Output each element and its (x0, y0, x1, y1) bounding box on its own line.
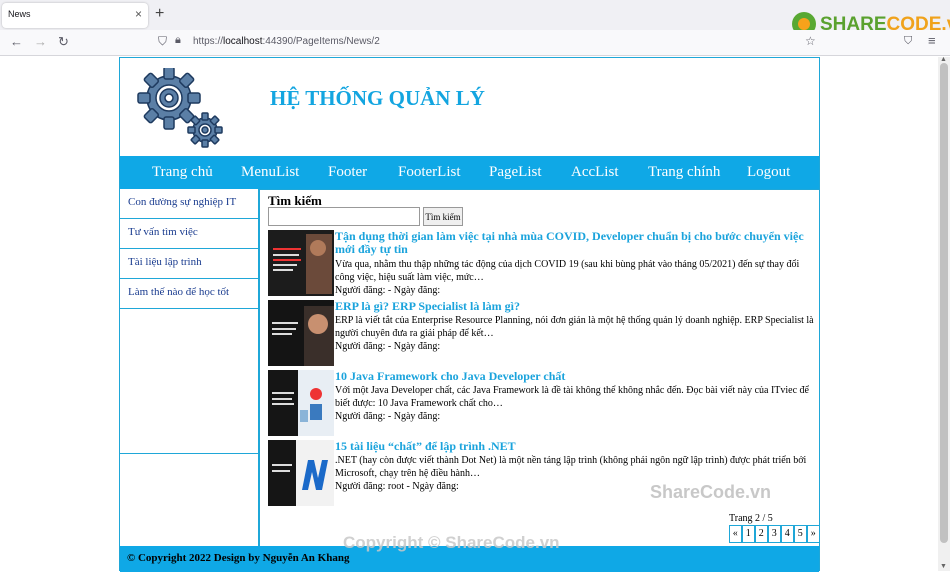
site-title: HỆ THỐNG QUẢN LÝ (270, 86, 485, 110)
menu-icon[interactable]: ≡ (928, 33, 936, 48)
menu-item-logout[interactable]: Logout (747, 164, 790, 181)
post-thumbnail[interactable] (268, 230, 334, 296)
post-meta: Người đăng: - Ngày đăng: (335, 341, 441, 352)
tab-close-icon[interactable]: × (135, 7, 142, 21)
post-item: 10 Java Framework cho Java Developer chấ… (268, 370, 818, 436)
post-title[interactable]: Tận dụng thời gian làm việc tại nhà mùa … (335, 230, 820, 256)
menu-item-menulist[interactable]: MenuList (241, 164, 299, 181)
page-scrollbar[interactable]: ▲ ▼ (938, 56, 950, 571)
lock-icon[interactable]: 🔒︎ (175, 34, 181, 47)
main-menu: Trang chủ MenuList Footer FooterList Pag… (120, 156, 819, 189)
sidebar-item-study-tips[interactable]: Làm thế nào để học tốt (120, 279, 259, 309)
tab-title: News (8, 9, 31, 19)
post-excerpt: Với một Java Developer chất, các Java Fr… (335, 385, 809, 409)
post-title[interactable]: 15 tài liệu “chất” để lập trình .NET (335, 440, 820, 453)
post-thumbnail[interactable] (268, 300, 334, 366)
pager-prev[interactable]: « (729, 525, 742, 543)
pager-page-2[interactable]: 2 (755, 525, 768, 543)
scroll-thumb[interactable] (940, 63, 948, 543)
search-input[interactable] (268, 207, 420, 226)
browser-navbar: ← → ↻ ⛉ 🔒︎ https://localhost:44390/PageI… (0, 30, 950, 56)
post-title[interactable]: ERP là gì? ERP Specialist là làm gì? (335, 300, 820, 313)
scroll-up-icon[interactable]: ▲ (940, 56, 947, 63)
pager-page-5[interactable]: 5 (794, 525, 807, 543)
sidebar-item-it-career[interactable]: Con đường sự nghiệp IT (120, 189, 259, 219)
scroll-down-icon[interactable]: ▼ (940, 563, 947, 570)
footer-copyright: © Copyright 2022 Design by Nguyễn An Kha… (127, 552, 350, 564)
bookmark-star-icon[interactable]: ☆ (805, 34, 816, 48)
forward-icon[interactable]: → (34, 34, 47, 49)
menu-item-footer[interactable]: Footer (328, 164, 367, 181)
pagination: « 1 2 3 4 5 » (729, 525, 820, 543)
url-bar[interactable]: ⛉ 🔒︎ https://localhost:44390/PageItems/N… (150, 32, 825, 53)
sidebar-item-programming-docs[interactable]: Tài liệu lập trình (120, 249, 259, 279)
watermark-text: ShareCode.vn (650, 482, 772, 502)
gears-logo-icon (135, 66, 225, 148)
new-tab-icon[interactable]: + (155, 5, 164, 23)
post-thumbnail[interactable] (268, 440, 334, 506)
back-icon[interactable]: ← (10, 34, 23, 49)
post-excerpt: Vừa qua, nhằm thu thập những tác động củ… (335, 259, 800, 283)
pager-next[interactable]: » (807, 525, 820, 543)
sidebar-item-job-advice[interactable]: Tư vấn tìm việc (120, 219, 259, 249)
menu-item-pagelist[interactable]: PageList (489, 164, 542, 181)
post-item: ERP là gì? ERP Specialist là làm gì? ERP… (268, 300, 818, 366)
url-text[interactable]: https://localhost:44390/PageItems/News/2 (193, 36, 380, 47)
post-item: Tận dụng thời gian làm việc tại nhà mùa … (268, 230, 818, 296)
post-excerpt: .NET (hay còn được viết thành Dot Net) l… (335, 455, 807, 479)
search-button[interactable]: Tìm kiếm (423, 207, 463, 226)
watermark-copyright: Copyright © ShareCode.vn (343, 533, 560, 552)
shield-icon[interactable]: ⛉ (158, 34, 167, 49)
pager-label: Trang 2 / 5 (729, 513, 773, 524)
pager-page-3[interactable]: 3 (768, 525, 781, 543)
post-meta: Người đăng: - Ngày đăng: (335, 285, 441, 296)
menu-item-home[interactable]: Trang chủ (152, 164, 213, 181)
sidebar-filler (120, 454, 259, 546)
post-meta: Người đăng: - Ngày đăng: (335, 411, 441, 422)
page-viewport: HỆ THỐNG QUẢN LÝ Trang chủ MenuList Foot… (0, 56, 950, 572)
browser-tabbar: News × + SHARECODE.vn (0, 0, 950, 36)
post-excerpt: ERP là viết tắt của Enterprise Resource … (335, 315, 814, 339)
menu-item-main-page[interactable]: Trang chính (648, 164, 720, 181)
browser-tab[interactable]: News × (2, 3, 148, 28)
pager-page-1[interactable]: 1 (742, 525, 755, 543)
post-meta: Người đăng: root - Ngày đăng: (335, 481, 459, 492)
post-thumbnail[interactable] (268, 370, 334, 436)
site-header: HỆ THỐNG QUẢN LÝ (120, 58, 819, 156)
pocket-icon[interactable]: ⛉ (904, 35, 912, 48)
sidebar: Con đường sự nghiệp IT Tư vấn tìm việc T… (120, 189, 259, 454)
menu-item-footerlist[interactable]: FooterList (398, 164, 461, 181)
pager-page-4[interactable]: 4 (781, 525, 794, 543)
reload-icon[interactable]: ↻ (58, 34, 69, 50)
post-title[interactable]: 10 Java Framework cho Java Developer chấ… (335, 370, 820, 383)
menu-item-acclist[interactable]: AccList (571, 164, 618, 181)
